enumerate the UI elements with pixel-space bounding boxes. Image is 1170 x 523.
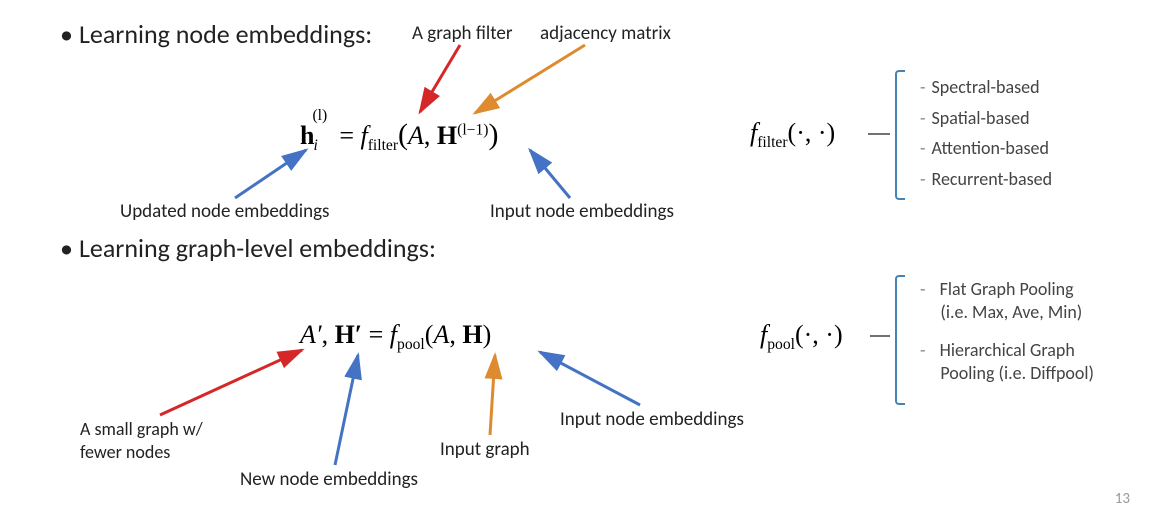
arrow-updated-node-icon	[235, 150, 306, 198]
bullet-dot-icon: •	[60, 18, 73, 50]
arrow-input-graph-icon	[490, 355, 495, 435]
eq2-Hprime: H′	[335, 320, 363, 349]
equation-filter: hi(l) = ffilter(A, H(l−1))	[300, 118, 498, 155]
eq1-arg-H: H	[437, 121, 457, 150]
arrow-adjacency-icon	[475, 45, 585, 113]
dash-icon: -	[920, 107, 926, 129]
annotation-small-graph-l2: fewer nodes	[80, 441, 170, 463]
eq1-sub-i: i	[313, 137, 317, 154]
dash-icon: -	[920, 137, 926, 159]
arrow-input-node1-icon	[530, 150, 570, 198]
eq1-sup-l: (l)	[312, 107, 327, 125]
pool-categories: - Flat Graph Pooling (i.e. Max, Ave, Min…	[920, 278, 1094, 386]
annotation-input-graph: Input graph	[440, 438, 530, 461]
heading-graph-text: Learning graph-level embeddings:	[79, 232, 436, 264]
pool-cat-b-l1: Hierarchical Graph	[940, 339, 1075, 361]
eq2-arg-A: A	[433, 320, 449, 349]
annotation-graph-filter: A graph filter	[412, 22, 512, 45]
filter-cat-b: Spatial-based	[932, 107, 1030, 129]
eq2-comma1: ,	[322, 320, 335, 349]
eq1r-f-sub: filter	[757, 134, 787, 151]
annotation-new-node: New node embeddings	[240, 468, 418, 491]
equation-pool-fn: fpool(·, ·)	[760, 320, 843, 354]
annotation-input-node-1: Input node embeddings	[490, 200, 674, 223]
pool-cat-b-l2: Pooling (i.e. Diffpool)	[940, 362, 1094, 384]
eq2r-f-sub: pool	[767, 336, 795, 353]
heading-node-text: Learning node embeddings:	[79, 18, 372, 50]
annotation-input-node-2: Input node embeddings	[560, 408, 744, 431]
filter-categories: -Spectral-based -Spatial-based -Attentio…	[920, 72, 1052, 194]
pool-cat-a-l1: Flat Graph Pooling	[940, 278, 1074, 300]
eq2-Aprime: A′	[300, 320, 322, 349]
eq1-arg-A: A	[408, 121, 424, 150]
eq2-arg-H: H	[462, 320, 482, 349]
dash-icon: -	[920, 278, 926, 300]
eq2-f-sub: pool	[397, 336, 425, 353]
eq2-comma2: ,	[449, 320, 462, 349]
pool-cat-a-l2: (i.e. Max, Ave, Min)	[940, 301, 1082, 323]
arrow-new-node-icon	[335, 355, 358, 465]
list-item: -Recurrent-based	[920, 164, 1052, 195]
equation-pool: A′, H′ = fpool(A, H)	[300, 320, 491, 354]
annotation-updated-node: Updated node embeddings	[120, 200, 329, 223]
annotation-small-graph: A small graph w/ fewer nodes	[80, 418, 203, 465]
annotation-small-graph-l1: A small graph w/	[80, 418, 203, 440]
heading-graph-embeddings: •Learning graph-level embeddings:	[60, 232, 436, 264]
eq1r-args: (·, ·)	[788, 118, 836, 147]
list-item: -Spectral-based	[920, 72, 1052, 103]
filter-cat-c: Attention-based	[932, 137, 1049, 159]
filter-cat-d: Recurrent-based	[932, 168, 1053, 190]
bullet-dot-icon: •	[60, 232, 73, 264]
list-item: -Attention-based	[920, 133, 1052, 164]
eq1-f-sub: filter	[368, 137, 398, 154]
eq2-close-paren: )	[483, 320, 492, 349]
arrow-graph-filter-icon	[420, 45, 460, 112]
list-item: -Spatial-based	[920, 103, 1052, 134]
eq2r-args: (·, ·)	[795, 320, 843, 349]
eq1-f: f	[360, 121, 367, 150]
filter-cat-a: Spectral-based	[932, 76, 1040, 98]
arrow-input-node2-icon	[540, 352, 640, 405]
eq1-equals: =	[333, 121, 361, 150]
eq1-open-paren: (	[398, 118, 408, 151]
list-item: - Hierarchical Graph Pooling (i.e. Diffp…	[920, 339, 1094, 386]
list-item: - Flat Graph Pooling (i.e. Max, Ave, Min…	[920, 278, 1094, 325]
dash-icon: -	[920, 168, 926, 190]
eq1-close-paren: )	[488, 118, 498, 151]
bracket-filter-icon	[895, 70, 905, 200]
eq2-f: f	[390, 320, 397, 349]
equation-filter-fn: ffilter(·, ·)	[750, 118, 835, 152]
annotation-adjacency-matrix: adjacency matrix	[540, 22, 671, 45]
page-number: 13	[1115, 490, 1130, 508]
dash-icon: -	[920, 339, 926, 361]
bracket-pool-icon	[895, 275, 905, 405]
eq2-equals: =	[362, 320, 390, 349]
eq1-comma: ,	[424, 121, 437, 150]
arrow-small-graph-icon	[160, 350, 302, 415]
eq1-arg-H-sup: (l−1)	[457, 121, 488, 138]
heading-node-embeddings: •Learning node embeddings:	[60, 18, 372, 50]
dash-icon: -	[920, 76, 926, 98]
